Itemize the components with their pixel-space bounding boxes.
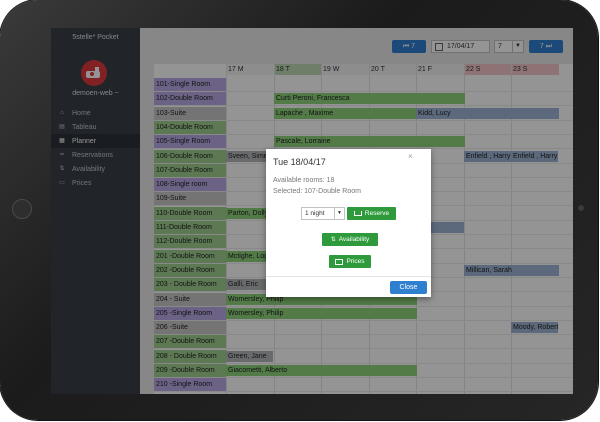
selected-room-text: Selected: 107-Double Room	[273, 188, 361, 195]
close-button[interactable]: Close	[390, 281, 427, 294]
prices-button[interactable]: Prices	[329, 255, 371, 268]
home-button	[12, 199, 32, 219]
app-screen: 5stelle* Pocket demoen-web ~ ⌂ Home ▤ Table…	[51, 28, 573, 394]
availability-button[interactable]: ⇅ Availability	[322, 233, 378, 246]
nights-value: 1 night	[305, 210, 325, 217]
reserve-label: Reserve	[364, 210, 390, 217]
availability-label: Availability	[338, 236, 370, 243]
dialog-title: Tue 18/04/17	[273, 157, 326, 167]
day-dialog: Tue 18/04/17 × Available rooms: 18 Selec…	[266, 149, 431, 297]
available-rooms-text: Available rooms: 18	[273, 177, 335, 184]
close-icon[interactable]: ×	[408, 152, 413, 161]
sort-icon: ⇅	[330, 237, 336, 243]
dialog-footer-divider	[266, 276, 431, 277]
money-icon	[335, 258, 344, 265]
chevron-down-icon: ▼	[334, 208, 344, 219]
reserve-button[interactable]: Reserve	[347, 207, 396, 220]
nights-select[interactable]: 1 night ▼	[301, 207, 345, 220]
bed-icon	[353, 211, 362, 216]
prices-label: Prices	[346, 258, 365, 265]
camera-lens	[578, 205, 584, 211]
tablet-frame: 5stelle* Pocket demoen-web ~ ⌂ Home ▤ Table…	[0, 0, 598, 420]
